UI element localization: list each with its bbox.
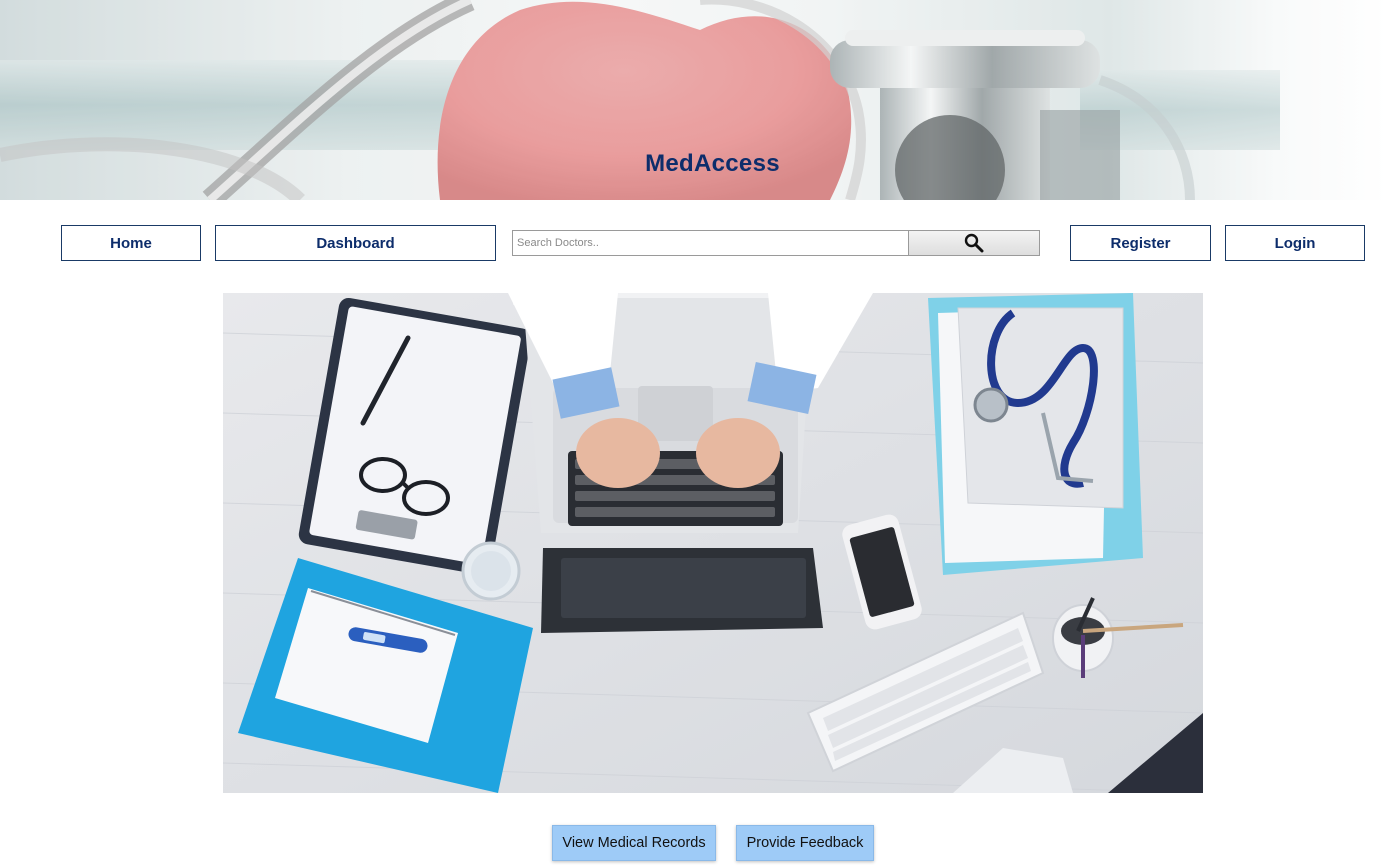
nav-register-button[interactable]: Register: [1070, 225, 1211, 261]
header-banner: MedAccess: [0, 0, 1387, 200]
nav-home-button[interactable]: Home: [61, 225, 201, 261]
search-button[interactable]: [908, 230, 1040, 256]
nav-login-button[interactable]: Login: [1225, 225, 1365, 261]
provide-feedback-button[interactable]: Provide Feedback: [736, 825, 874, 861]
search-icon: [964, 233, 984, 253]
doctor-desk-illustration: [223, 293, 1203, 793]
nav-dashboard-button[interactable]: Dashboard: [215, 225, 496, 261]
view-medical-records-button[interactable]: View Medical Records: [552, 825, 716, 861]
site-title: MedAccess: [645, 150, 780, 177]
hero-image: [223, 293, 1203, 793]
search-doctors-input[interactable]: [512, 230, 909, 256]
